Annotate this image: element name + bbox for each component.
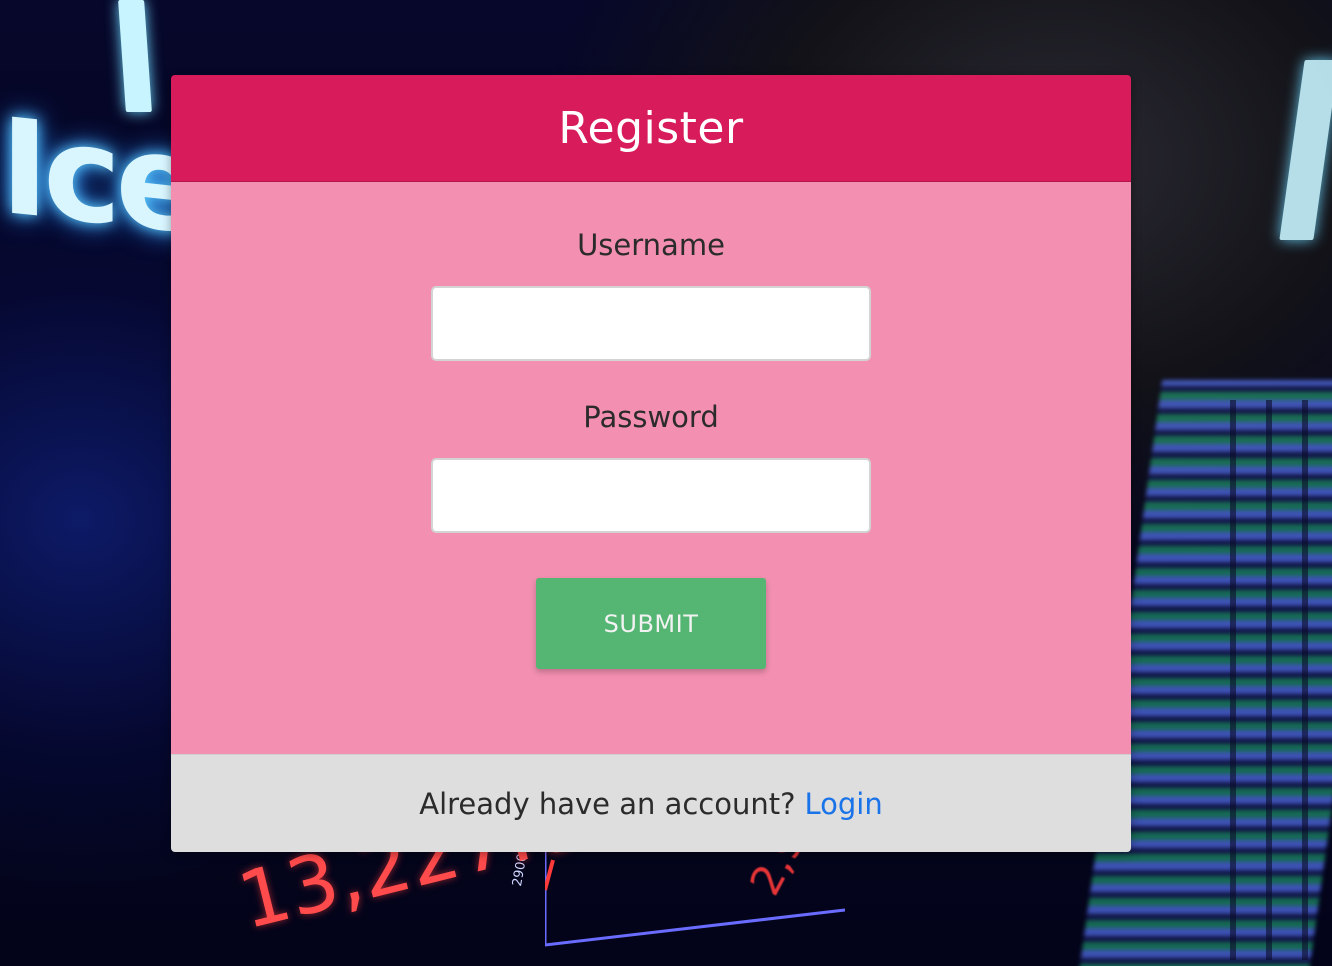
background-light-bar: [118, 0, 152, 112]
background-ice-logo: Ice: [0, 89, 199, 265]
register-form: Username Password SUBMIT: [171, 182, 1131, 754]
username-input[interactable]: [431, 286, 871, 361]
username-label: Username: [577, 228, 725, 262]
register-title: Register: [558, 102, 744, 154]
password-label: Password: [583, 400, 719, 434]
register-card-header: Register: [171, 75, 1131, 182]
background-ticker-screen-columns: [1200, 400, 1332, 960]
submit-button[interactable]: SUBMIT: [536, 578, 766, 669]
register-card-footer: Already have an account? Login: [171, 754, 1131, 852]
login-prompt: Already have an account?: [419, 787, 796, 821]
login-link[interactable]: Login: [805, 787, 883, 821]
register-card: Register Username Password SUBMIT Alread…: [171, 75, 1131, 852]
background-light-bar: [1279, 60, 1332, 240]
password-input[interactable]: [431, 458, 871, 533]
